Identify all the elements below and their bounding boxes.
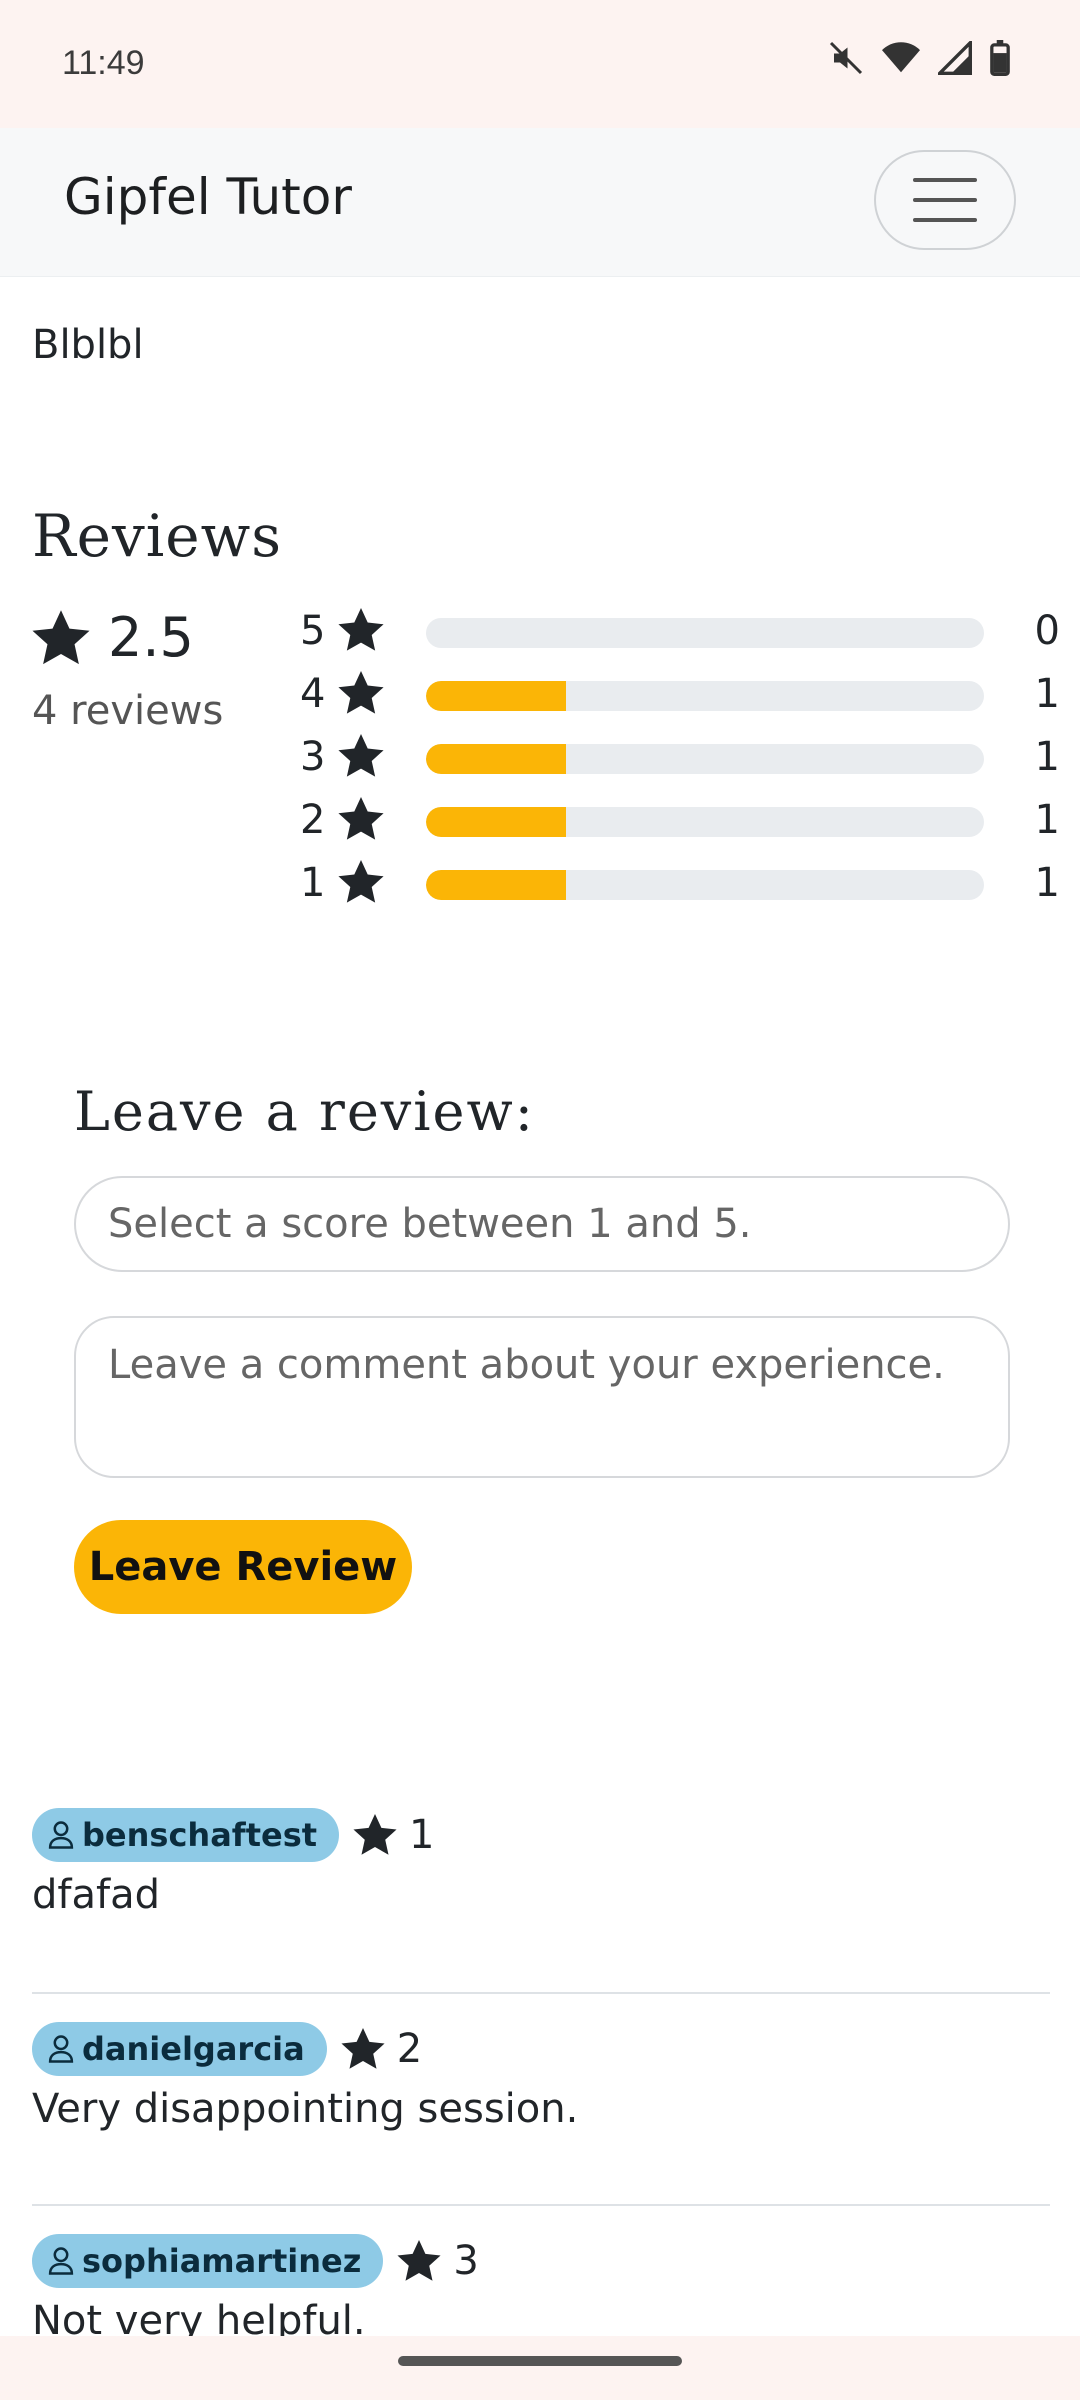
home-gesture-handle[interactable] (398, 2356, 682, 2366)
star-icon (341, 2028, 385, 2069)
rating-row-4: 4 1 (300, 667, 1060, 730)
username: benschaftest (82, 1816, 318, 1854)
rating-count: 1 (1034, 860, 1060, 906)
star-icon (397, 2240, 441, 2281)
rating-distribution: 5 0 4 1 3 1 2 1 1 1 (300, 604, 1060, 919)
rating-row-1: 1 1 (300, 856, 1060, 919)
score-value: 1 (409, 1812, 435, 1858)
review-form-title: Leave a review: (74, 1080, 535, 1143)
reviews-heading: Reviews (32, 502, 283, 570)
status-icons (828, 40, 1010, 76)
review-comment: dfafad (32, 1872, 160, 1918)
rating-bar-fill (426, 870, 566, 900)
rating-bar (426, 870, 984, 900)
rating-bar (426, 744, 984, 774)
star-icon (338, 671, 384, 714)
divider (32, 2204, 1050, 2206)
review-score: 1 (353, 1812, 435, 1858)
star-icon (338, 860, 384, 903)
rating-bar-fill (426, 681, 566, 711)
rating-label: 2 (300, 797, 326, 843)
rating-count: 0 (1034, 608, 1060, 654)
rating-count: 1 (1034, 734, 1060, 780)
signal-icon (938, 41, 972, 75)
user-icon (48, 2035, 74, 2063)
user-icon (48, 2247, 74, 2275)
leave-review-button[interactable]: Leave Review (74, 1520, 412, 1614)
review-score: 2 (341, 2026, 422, 2072)
star-icon (353, 1814, 397, 1855)
comment-textarea[interactable] (74, 1316, 1010, 1478)
rating-label: 5 (300, 608, 326, 654)
average-value: 2.5 (108, 606, 194, 669)
rating-count: 1 (1034, 671, 1060, 717)
score-value: 3 (453, 2238, 479, 2284)
star-icon (338, 734, 384, 777)
user-badge[interactable]: benschaftest (32, 1808, 340, 1862)
menu-toggle-button[interactable] (874, 150, 1016, 250)
battery-icon (990, 40, 1010, 76)
review-item: benschaftest 1 dfafad (32, 1808, 1050, 1918)
mute-icon (828, 40, 864, 76)
rating-bar (426, 807, 984, 837)
star-icon (338, 608, 384, 651)
review-score: 3 (397, 2238, 479, 2284)
rating-bar (426, 618, 984, 648)
username: danielgarcia (82, 2030, 305, 2068)
score-value: 2 (396, 2026, 423, 2072)
review-count: 4 reviews (32, 688, 224, 734)
user-badge[interactable]: danielgarcia (32, 2022, 327, 2076)
wifi-icon (882, 41, 920, 75)
user-badge[interactable]: sophiamartinez (32, 2234, 384, 2288)
divider (32, 1992, 1050, 1994)
star-icon (32, 609, 90, 664)
rating-label: 4 (300, 671, 326, 717)
rating-bar-fill (426, 744, 566, 774)
rating-count: 1 (1034, 797, 1060, 843)
about-text: Blblbl (32, 322, 144, 368)
rating-label: 3 (300, 734, 326, 780)
score-input[interactable] (74, 1176, 1010, 1272)
rating-label: 1 (300, 860, 326, 906)
rating-row-2: 2 1 (300, 793, 1060, 856)
star-icon (338, 797, 384, 840)
rating-bar (426, 681, 984, 711)
review-comment: Very disappointing session. (32, 2086, 579, 2132)
user-icon (48, 1821, 74, 1849)
system-nav-bar (0, 2336, 1080, 2400)
navbar: Gipfel Tutor (0, 128, 1080, 277)
rating-row-5: 5 0 (300, 604, 1060, 667)
status-bar: 11:49 (0, 0, 1080, 128)
review-item: sophiamartinez 3 Not very helpful. (32, 2234, 1050, 2344)
rating-bar-fill (426, 807, 566, 837)
rating-row-3: 3 1 (300, 730, 1060, 793)
brand-logo[interactable]: Gipfel Tutor (64, 168, 352, 226)
average-rating: 2.5 (32, 606, 194, 669)
menu-icon (913, 178, 977, 222)
status-time: 11:49 (62, 44, 145, 82)
review-item: danielgarcia 2 Very disappointing sessio… (32, 2022, 1050, 2132)
username: sophiamartinez (82, 2242, 362, 2280)
